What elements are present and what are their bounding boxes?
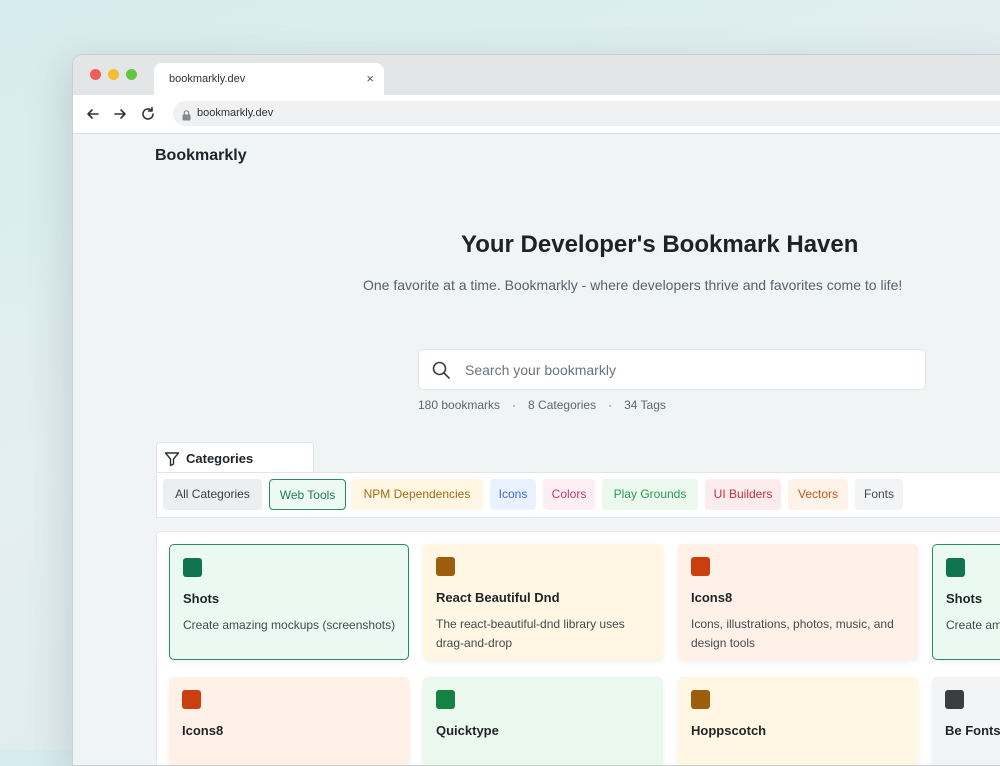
address-bar[interactable]: bookmarkly.dev [173, 101, 1000, 126]
bookmark-title: Hoppscotch [691, 723, 767, 738]
bookmark-favicon-icon [436, 690, 455, 709]
page-content: Bookmarkly Your Developer's Bookmark Hav… [73, 134, 1000, 765]
category-filter-bar: All Categories Web Tools NPM Dependencies I… [156, 472, 1000, 518]
close-window-button[interactable] [90, 69, 101, 80]
bookmark-title: Shots [946, 591, 983, 606]
browser-window: bookmarkly.dev × bookmarkly.dev Bookmark… [72, 54, 1000, 766]
category-chip[interactable]: Fonts [855, 479, 903, 510]
tab-title: bookmarkly.dev [169, 73, 246, 85]
bookmark-card[interactable]: Icons8 Icons, illustrations, photos, musi… [678, 544, 918, 660]
bookmark-card[interactable]: Icons8 [169, 677, 409, 765]
reload-icon[interactable] [139, 105, 157, 123]
bookmark-title: React Beautiful Dnd [436, 590, 560, 605]
bookmark-card[interactable]: Quicktype [423, 677, 663, 765]
hero-subtitle: One favorite at a time. Bookmarkly - whe… [363, 277, 903, 293]
bookmark-card[interactable]: Hoppscotch [678, 677, 918, 765]
back-arrow-icon[interactable] [84, 105, 102, 123]
bookmark-description: Create amazing mockups (screenshots) [946, 618, 1000, 632]
category-count: 8 Categories [528, 398, 597, 412]
bookmark-card[interactable]: Shots Create amazing mockups (screenshots… [932, 544, 1000, 660]
bookmark-favicon-icon [183, 558, 202, 577]
bookmark-title: Icons8 [691, 590, 733, 605]
filter-icon [164, 451, 180, 472]
minimize-window-button[interactable] [108, 69, 119, 80]
category-chip[interactable]: UI Builders [705, 479, 781, 510]
bookmark-count: 180 bookmarks [418, 398, 501, 412]
bookmark-card[interactable]: Shots Create amazing mockups (screenshots… [169, 544, 409, 660]
browser-toolbar: bookmarkly.dev [73, 95, 1000, 134]
bookmark-card[interactable]: Be Fonts [932, 677, 1000, 765]
bookmark-description: The react-beautiful-dnd library uses dra… [436, 617, 625, 650]
search-box[interactable] [418, 349, 926, 390]
category-chip[interactable]: Icons [490, 479, 536, 510]
bookmark-favicon-icon [945, 690, 964, 709]
bookmark-grid: Shots Create amazing mockups (screenshots… [156, 531, 1000, 765]
categories-label: Categories [186, 451, 254, 466]
browser-tab[interactable]: bookmarkly.dev × [154, 63, 384, 95]
bookmark-favicon-icon [182, 690, 201, 709]
tag-count: 34 Tags [624, 398, 666, 412]
category-chip[interactable]: Vectors [788, 479, 848, 510]
bookmark-favicon-icon [436, 557, 455, 576]
bookmark-title: Be Fonts [945, 723, 1000, 738]
forward-arrow-icon[interactable] [111, 105, 129, 123]
category-chip[interactable]: NPM Dependencies [351, 479, 483, 510]
category-chip[interactable]: Colors [543, 479, 595, 510]
title-bar: bookmarkly.dev × [73, 55, 1000, 95]
bookmark-title: Icons8 [182, 723, 224, 738]
bookmark-favicon-icon [691, 690, 710, 709]
bookmark-favicon-icon [946, 558, 965, 577]
search-input[interactable] [463, 359, 907, 381]
tab-close-icon[interactable]: × [366, 71, 374, 86]
category-chip[interactable]: Play Grounds [602, 479, 698, 510]
lock-icon [182, 108, 191, 126]
brand-logo[interactable]: Bookmarkly [155, 147, 247, 165]
category-chip[interactable]: Web Tools [269, 479, 346, 510]
bookmark-title: Quicktype [436, 723, 499, 738]
search-icon [431, 360, 451, 385]
stats-line: 180 bookmarks · 8 Categories · 34 Tags [418, 398, 666, 412]
bookmark-card[interactable]: React Beautiful Dnd The react-beautiful-d… [423, 544, 663, 660]
bookmark-favicon-icon [691, 557, 710, 576]
separator: · [512, 398, 517, 412]
separator: · [608, 398, 613, 412]
url-text: bookmarkly.dev [197, 107, 274, 119]
bookmark-description: Icons, illustrations, photos, music, and… [691, 617, 894, 650]
hero-title: Your Developer's Bookmark Haven [461, 231, 859, 258]
category-chip[interactable]: All Categories [163, 479, 262, 510]
bookmark-title: Shots [183, 591, 220, 606]
maximize-window-button[interactable] [126, 69, 137, 80]
categories-tab[interactable]: Categories [156, 442, 314, 474]
bookmark-description: Create amazing mockups (screenshots) [183, 618, 396, 632]
